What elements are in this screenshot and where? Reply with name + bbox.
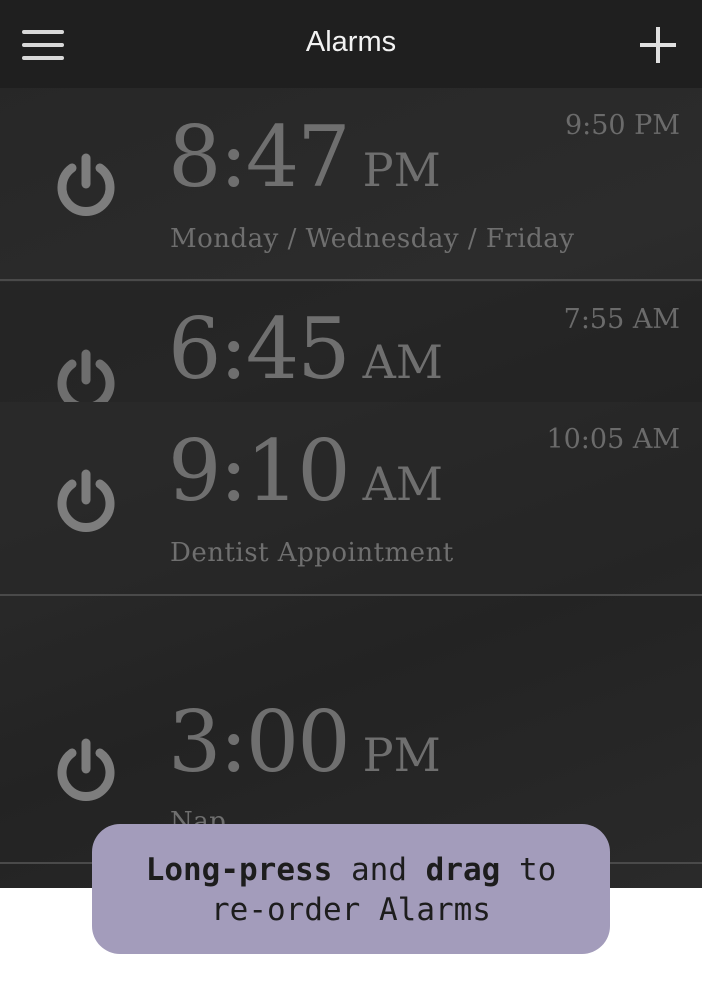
plus-icon[interactable] [640, 27, 676, 63]
alarm-row-dragging[interactable]: 9:10 AM 10:05 AM Dentist Appointment [0, 402, 702, 595]
alarm-row[interactable]: 8:47 PM 9:50 PM Monday / Wednesday / Frid… [0, 88, 702, 279]
alarm-row[interactable]: 6:45 AM 7:55 AM [0, 282, 702, 402]
alarm-time: 8:47 PM [168, 108, 441, 206]
alarm-time: 9:10 AM [168, 422, 443, 520]
alarm-time: 3:00 PM [168, 693, 441, 791]
divider [0, 594, 702, 596]
alarm-label: Monday / Wednesday / Friday [170, 224, 575, 254]
alarms-screen: Alarms 8:47 PM 9:50 PM Monday / Wednesday… [0, 0, 702, 888]
page-title: Alarms [305, 26, 397, 58]
power-icon[interactable] [52, 348, 120, 402]
alarm-end-time: 10:05 AM [546, 424, 680, 455]
alarm-row[interactable]: 3:00 PM Nap [0, 597, 702, 862]
top-bar: Alarms [0, 0, 702, 88]
tooltip-text: and [332, 852, 426, 888]
power-icon[interactable] [52, 468, 120, 536]
alarm-end-time: 7:55 AM [563, 304, 680, 335]
tooltip-bold-text: Long-press [145, 852, 333, 888]
alarm-end-time: 9:50 PM [564, 110, 680, 141]
tooltip-text: re-order Alarms [211, 892, 491, 928]
power-icon[interactable] [52, 152, 120, 220]
power-icon[interactable] [52, 737, 120, 805]
divider [0, 279, 702, 281]
tooltip-text: to [500, 852, 557, 888]
alarm-label: Dentist Appointment [170, 538, 454, 568]
reorder-hint-tooltip: Long-press and drag to re-order Alarms [92, 824, 610, 954]
tooltip-bold-text: drag [425, 852, 501, 888]
alarm-time: 6:45 AM [168, 300, 443, 398]
